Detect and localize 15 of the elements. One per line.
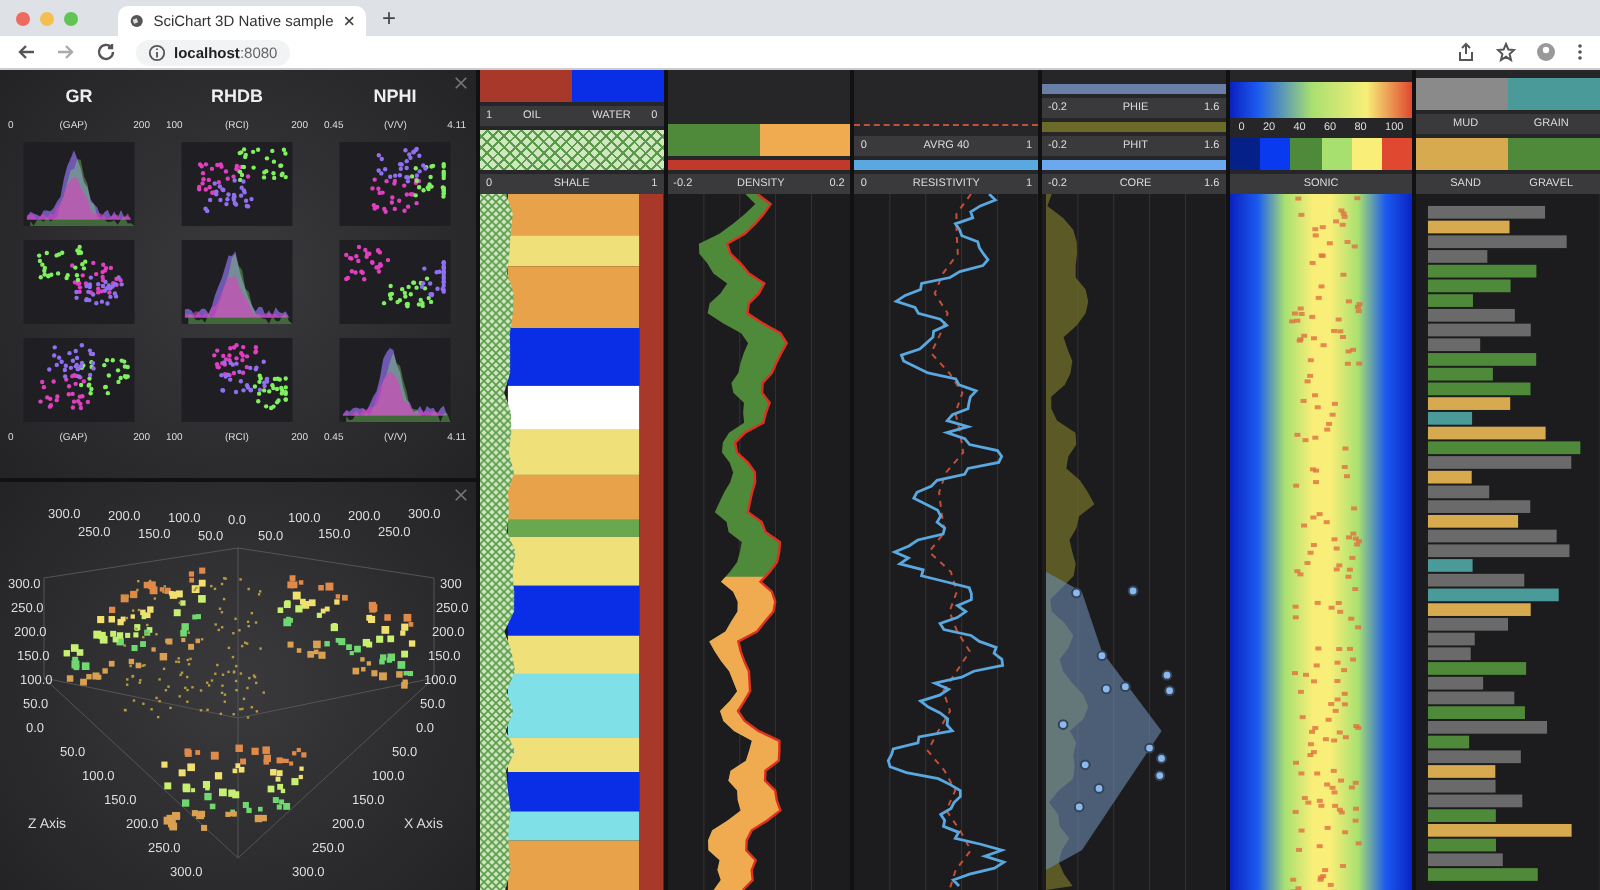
star-icon[interactable] [1496, 42, 1516, 62]
share-icon[interactable] [1456, 42, 1476, 62]
forward-icon[interactable] [56, 42, 76, 62]
back-icon[interactable] [16, 42, 36, 62]
close-icon[interactable] [343, 14, 354, 28]
globe-icon [130, 12, 144, 30]
profile-icon[interactable] [1536, 42, 1556, 62]
column-title: RHDB [211, 86, 263, 106]
column-title: NPHI [373, 86, 417, 106]
reload-icon[interactable] [96, 42, 116, 62]
info-icon [148, 43, 166, 61]
close-window-icon[interactable] [16, 11, 30, 25]
new-tab-button[interactable]: + [382, 6, 397, 30]
more-icon[interactable] [1576, 42, 1584, 62]
column-title: GR [65, 86, 93, 106]
